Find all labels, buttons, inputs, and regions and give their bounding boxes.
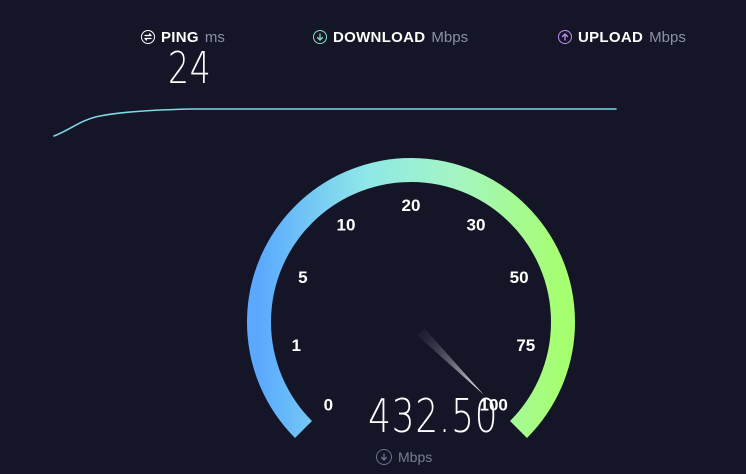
speed-unit-label: Mbps [398,449,433,465]
current-speed-value: 432.50 [368,389,499,443]
gauge-tick-label: 1 [291,336,300,355]
gauge-tick-label: 30 [467,216,486,235]
gauge-tick-label: 75 [516,336,535,355]
gauge-tick-label: 10 [337,216,356,235]
speed-unit: Mbps [376,449,432,465]
gauge-tick-label: 20 [402,196,421,215]
gauge-needle [417,328,484,395]
gauge-tick-label: 5 [298,268,307,287]
gauge-tick-label: 0 [324,396,333,415]
gauge-tick-label: 50 [510,268,529,287]
download-arrow-icon [376,449,392,465]
